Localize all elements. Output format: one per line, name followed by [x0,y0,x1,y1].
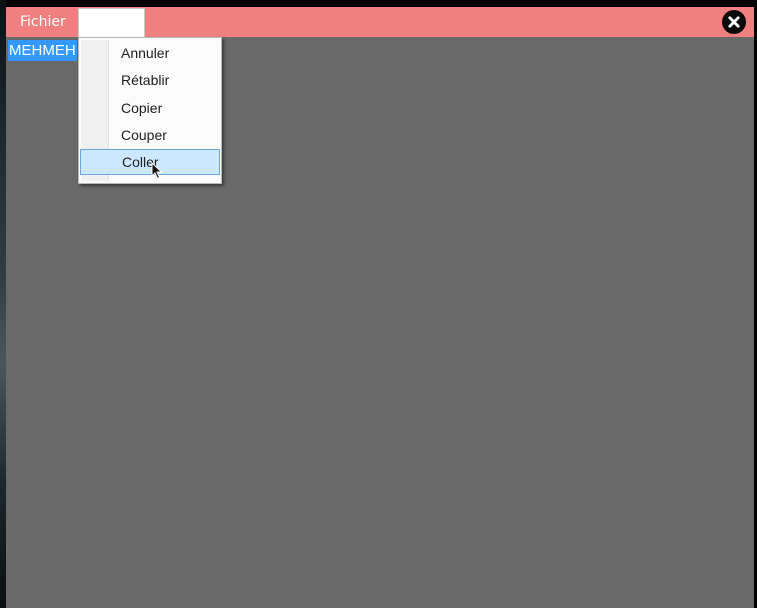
menu-item-copier[interactable]: Copier [79,95,221,121]
mouse-pointer-icon [151,162,163,180]
menu-item-coller[interactable]: Coller [80,149,220,175]
menu-item-retablir[interactable]: Rétablir [79,67,221,93]
editor-selected-text[interactable]: MEHMEH [8,40,77,61]
menu-item-couper[interactable]: Couper [79,122,221,148]
close-button[interactable] [722,10,746,34]
close-circle-icon [723,11,745,33]
edit-dropdown-menu: Annuler Rétablir Copier Couper Coller [78,37,222,184]
menu-item-annuler[interactable]: Annuler [79,40,221,66]
menu-edition[interactable]: Édition [78,8,145,38]
menu-fichier[interactable]: Fichier [12,7,74,37]
menu-bar: Fichier Édition [6,7,754,38]
app-window: Fichier Édition MEHMEH Annuler Rétablir … [6,7,754,608]
